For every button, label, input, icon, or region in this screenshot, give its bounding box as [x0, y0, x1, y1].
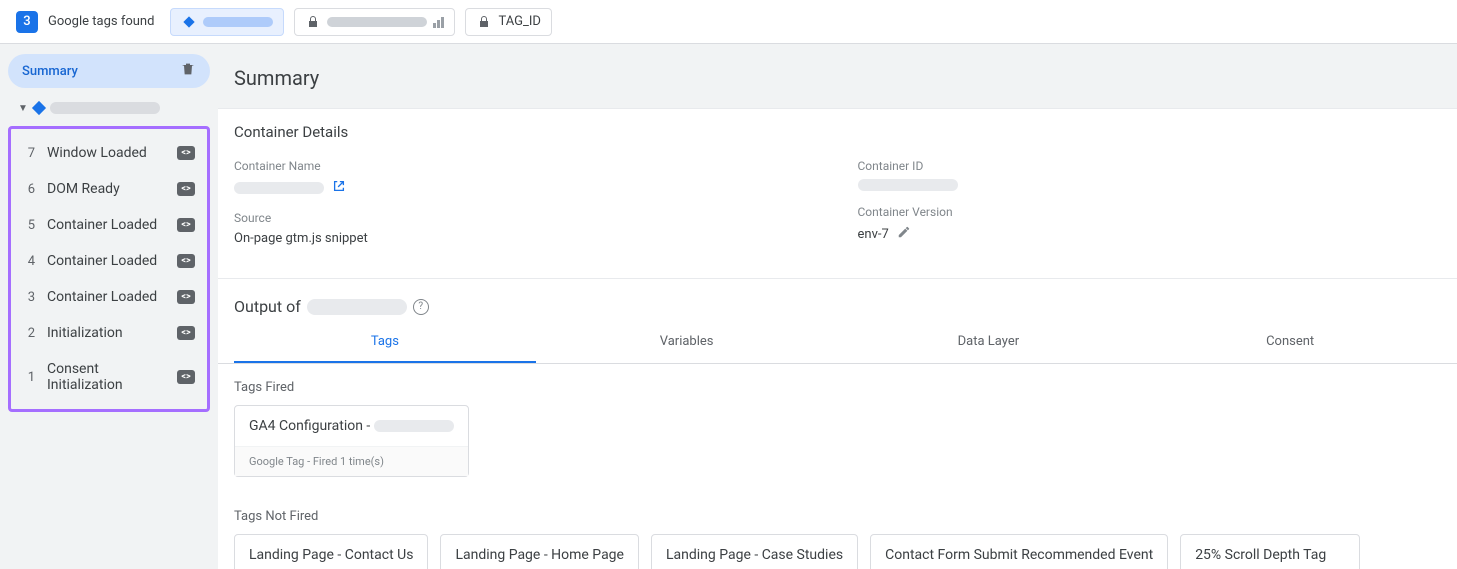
main-content: Summary Container Details Container Name: [218, 44, 1457, 569]
tag-card-subtitle: Google Tag - Fired 1 time(s): [235, 446, 468, 476]
page-title: Summary: [218, 44, 1457, 108]
event-item[interactable]: 7 Window Loaded <>: [11, 135, 207, 171]
container-chip-3[interactable]: TAG_ID: [465, 8, 551, 36]
tag-diamond-icon: [181, 14, 197, 30]
container-details-heading: Container Details: [218, 109, 1457, 151]
event-item[interactable]: 5 Container Loaded <>: [11, 207, 207, 243]
tag-card-title: Landing Page - Contact Us: [235, 535, 427, 569]
tags-count-badge: 3: [16, 11, 38, 33]
event-item[interactable]: 2 Initialization <>: [11, 315, 207, 351]
event-list: 7 Window Loaded <>6 DOM Ready <>5 Contai…: [8, 126, 210, 412]
event-number: 4: [23, 254, 35, 269]
edit-icon[interactable]: [897, 225, 911, 243]
tag-card[interactable]: Landing Page - Home Page Google Analytic…: [440, 534, 639, 569]
event-name: DOM Ready: [47, 181, 165, 197]
tab-data-layer[interactable]: Data Layer: [838, 322, 1140, 363]
sidebar: Summary ▼ 7 Window Loaded <>6 DOM Ready …: [0, 44, 218, 569]
container-name-label: Container Name: [234, 159, 818, 173]
event-number: 5: [23, 218, 35, 233]
event-name: Initialization: [47, 325, 165, 341]
analytics-icon: [433, 16, 444, 28]
clear-icon[interactable]: [180, 61, 196, 81]
redacted-placeholder: [858, 179, 958, 191]
event-number: 1: [23, 370, 35, 385]
tag-card[interactable]: Contact Form Submit Recommended Event Go…: [870, 534, 1168, 569]
event-number: 2: [23, 326, 35, 341]
container-chip-2[interactable]: [294, 8, 455, 36]
tab-variables[interactable]: Variables: [536, 322, 838, 363]
event-number: 3: [23, 290, 35, 305]
event-name: Window Loaded: [47, 145, 165, 161]
tag-card-title: GA4 Configuration -: [235, 406, 468, 446]
code-icon: <>: [177, 290, 195, 304]
container-version-value: env-7: [858, 227, 889, 242]
code-icon: <>: [177, 370, 195, 384]
redacted-placeholder: [374, 420, 454, 432]
redacted-placeholder: [327, 17, 427, 27]
summary-label: Summary: [22, 64, 78, 79]
event-name: Consent Initialization: [47, 361, 165, 393]
event-name: Container Loaded: [47, 289, 165, 305]
tags-not-fired-label: Tags Not Fired: [234, 509, 1441, 524]
event-item[interactable]: 6 DOM Ready <>: [11, 171, 207, 207]
container-version-label: Container Version: [858, 205, 1442, 219]
event-name: Container Loaded: [47, 253, 165, 269]
source-label: Source: [234, 211, 818, 225]
tag-card-title: Landing Page - Case Studies: [652, 535, 857, 569]
tag-card[interactable]: Landing Page - Case Studies Google Analy…: [651, 534, 858, 569]
tab-consent[interactable]: Consent: [1139, 322, 1441, 363]
summary-nav-item[interactable]: Summary: [8, 54, 210, 88]
code-icon: <>: [177, 254, 195, 268]
tab-tags[interactable]: Tags: [234, 322, 536, 363]
lock-icon: [305, 14, 321, 30]
tag-diamond-icon: [32, 101, 46, 115]
code-icon: <>: [177, 182, 195, 196]
page-breadcrumb[interactable]: ▼: [8, 96, 210, 120]
event-name: Container Loaded: [47, 217, 165, 233]
lock-icon: [476, 14, 492, 30]
code-icon: <>: [177, 146, 195, 160]
redacted-placeholder: [203, 17, 273, 27]
tag-card[interactable]: Landing Page - Contact Us Google Analyti…: [234, 534, 428, 569]
tags-fired-label: Tags Fired: [234, 380, 1441, 395]
redacted-placeholder: [50, 102, 160, 114]
redacted-placeholder: [234, 182, 324, 194]
event-item[interactable]: 4 Container Loaded <>: [11, 243, 207, 279]
tag-card[interactable]: 25% Scroll Depth Tag Google Analytics: G…: [1180, 534, 1360, 569]
help-icon[interactable]: ?: [413, 299, 429, 315]
tag-card-title: Contact Form Submit Recommended Event: [871, 535, 1167, 569]
event-number: 7: [23, 146, 35, 161]
tag-card-title: 25% Scroll Depth Tag: [1181, 535, 1359, 569]
source-value: On-page gtm.js snippet: [234, 231, 818, 246]
external-link-icon[interactable]: [332, 179, 346, 197]
tags-found-label: Google tags found: [48, 14, 154, 29]
code-icon: <>: [177, 218, 195, 232]
redacted-placeholder: [307, 299, 407, 315]
tag-id-label: TAG_ID: [498, 14, 540, 29]
container-id-label: Container ID: [858, 159, 1442, 173]
output-heading: Output of ?: [218, 278, 1457, 322]
output-tabs: TagsVariablesData LayerConsent: [218, 322, 1457, 364]
event-item[interactable]: 3 Container Loaded <>: [11, 279, 207, 315]
event-number: 6: [23, 182, 35, 197]
event-item[interactable]: 1 Consent Initialization <>: [11, 351, 207, 403]
tag-card-title: Landing Page - Home Page: [441, 535, 638, 569]
tag-card[interactable]: GA4 Configuration - Google Tag - Fired 1…: [234, 405, 469, 477]
code-icon: <>: [177, 326, 195, 340]
container-chip-1[interactable]: [170, 8, 284, 36]
caret-down-icon: ▼: [18, 103, 28, 114]
top-bar: 3 Google tags found TAG_ID: [0, 0, 1457, 44]
